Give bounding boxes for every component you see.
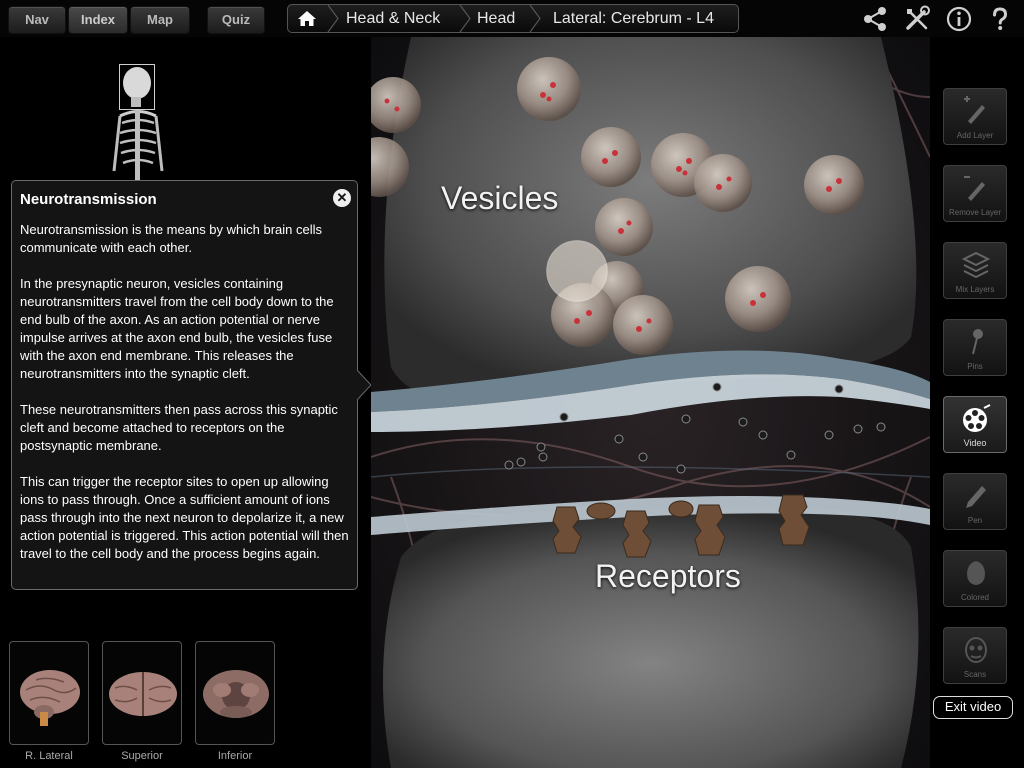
popup-title: Neurotransmission — [20, 191, 157, 208]
popup-paragraph: In the presynaptic neuron, vesicles cont… — [20, 276, 334, 381]
pen-icon — [966, 486, 986, 508]
label-receptors: Receptors — [595, 558, 741, 594]
breadcrumb-item-head[interactable]: Head — [477, 5, 515, 32]
label-vesicles: Vesicles — [441, 180, 559, 216]
info-icon[interactable] — [945, 5, 973, 33]
breadcrumb-separator-icon — [459, 5, 471, 32]
top-bar: Nav Index Map Quiz Head & Neck Head Late… — [0, 0, 1024, 37]
thumbnail-label: Inferior — [217, 750, 253, 762]
home-button[interactable] — [288, 5, 326, 32]
popup-paragraph: This can trigger the receptor sites to o… — [20, 474, 349, 561]
scans-icon — [965, 637, 987, 663]
pins-button[interactable]: Pins — [943, 319, 1007, 376]
mix-layers-button[interactable]: Mix Layers — [943, 242, 1007, 299]
add-layer-button[interactable]: Add Layer — [943, 88, 1007, 145]
breadcrumb-item-current[interactable]: Lateral: Cerebrum - L4 — [553, 5, 714, 32]
colored-icon — [967, 561, 985, 585]
tool-label: Video — [963, 438, 987, 448]
video-player[interactable]: Vesicles Receptors — [371, 37, 930, 768]
brain-superior-image — [109, 672, 177, 716]
mix-layers-icon — [961, 251, 991, 279]
thumbnail-r-lateral[interactable] — [9, 641, 89, 745]
remove-layer-button[interactable]: Remove Layer — [943, 165, 1007, 222]
tool-label: Remove Layer — [948, 208, 1002, 217]
popup-paragraph: These neurotransmitters then pass across… — [20, 402, 338, 453]
brain-inferior-image — [203, 670, 269, 718]
thumbnail-inferior[interactable] — [195, 641, 275, 745]
colored-button[interactable]: Colored — [943, 550, 1007, 607]
home-icon — [298, 11, 316, 26]
video-button[interactable]: Video — [943, 396, 1007, 453]
tool-label: Pen — [967, 516, 983, 525]
share-icon[interactable] — [861, 5, 889, 33]
pin-icon — [972, 329, 983, 355]
breadcrumb-item-head-neck[interactable]: Head & Neck — [346, 5, 440, 32]
tool-label: Add Layer — [956, 131, 994, 140]
synapse-video-frame — [371, 37, 930, 768]
tools-icon[interactable] — [903, 5, 931, 33]
help-icon[interactable] — [986, 5, 1014, 33]
exit-video-button[interactable]: Exit video — [933, 696, 1013, 719]
popup-paragraph: Neurotransmission is the means by which … — [20, 222, 323, 255]
breadcrumb-separator-icon — [327, 5, 339, 32]
close-icon[interactable]: ✕ — [333, 189, 351, 207]
brain-lateral-image — [20, 670, 80, 726]
remove-layer-icon — [964, 176, 985, 201]
tool-label: Scans — [963, 670, 987, 679]
add-layer-icon — [964, 96, 985, 124]
breadcrumb-separator-icon — [529, 5, 541, 32]
quiz-button[interactable]: Quiz — [207, 6, 265, 34]
tab-nav[interactable]: Nav — [8, 6, 66, 34]
info-popup: Neurotransmission ✕ Neurotransmission is… — [11, 180, 358, 590]
pen-button[interactable]: Pen — [943, 473, 1007, 530]
scans-button[interactable]: Scans — [943, 627, 1007, 684]
thumbnail-label: R. Lateral — [25, 750, 73, 762]
thumbnail-label: Superior — [121, 750, 163, 762]
tool-label: Colored — [960, 593, 989, 602]
tool-label: Mix Layers — [955, 285, 995, 294]
tab-index[interactable]: Index — [68, 6, 128, 34]
popup-body: Neurotransmission is the means by which … — [20, 221, 354, 581]
region-selection-box[interactable] — [119, 64, 155, 110]
film-reel-icon — [963, 404, 991, 432]
right-toolbar: Add Layer Remove Layer Mix Layers Pins V… — [930, 37, 1024, 768]
breadcrumb: Head & Neck Head Lateral: Cerebrum - L4 — [287, 4, 739, 33]
tool-label: Pins — [967, 362, 983, 371]
thumbnail-superior[interactable] — [102, 641, 182, 745]
tab-map[interactable]: Map — [130, 6, 190, 34]
